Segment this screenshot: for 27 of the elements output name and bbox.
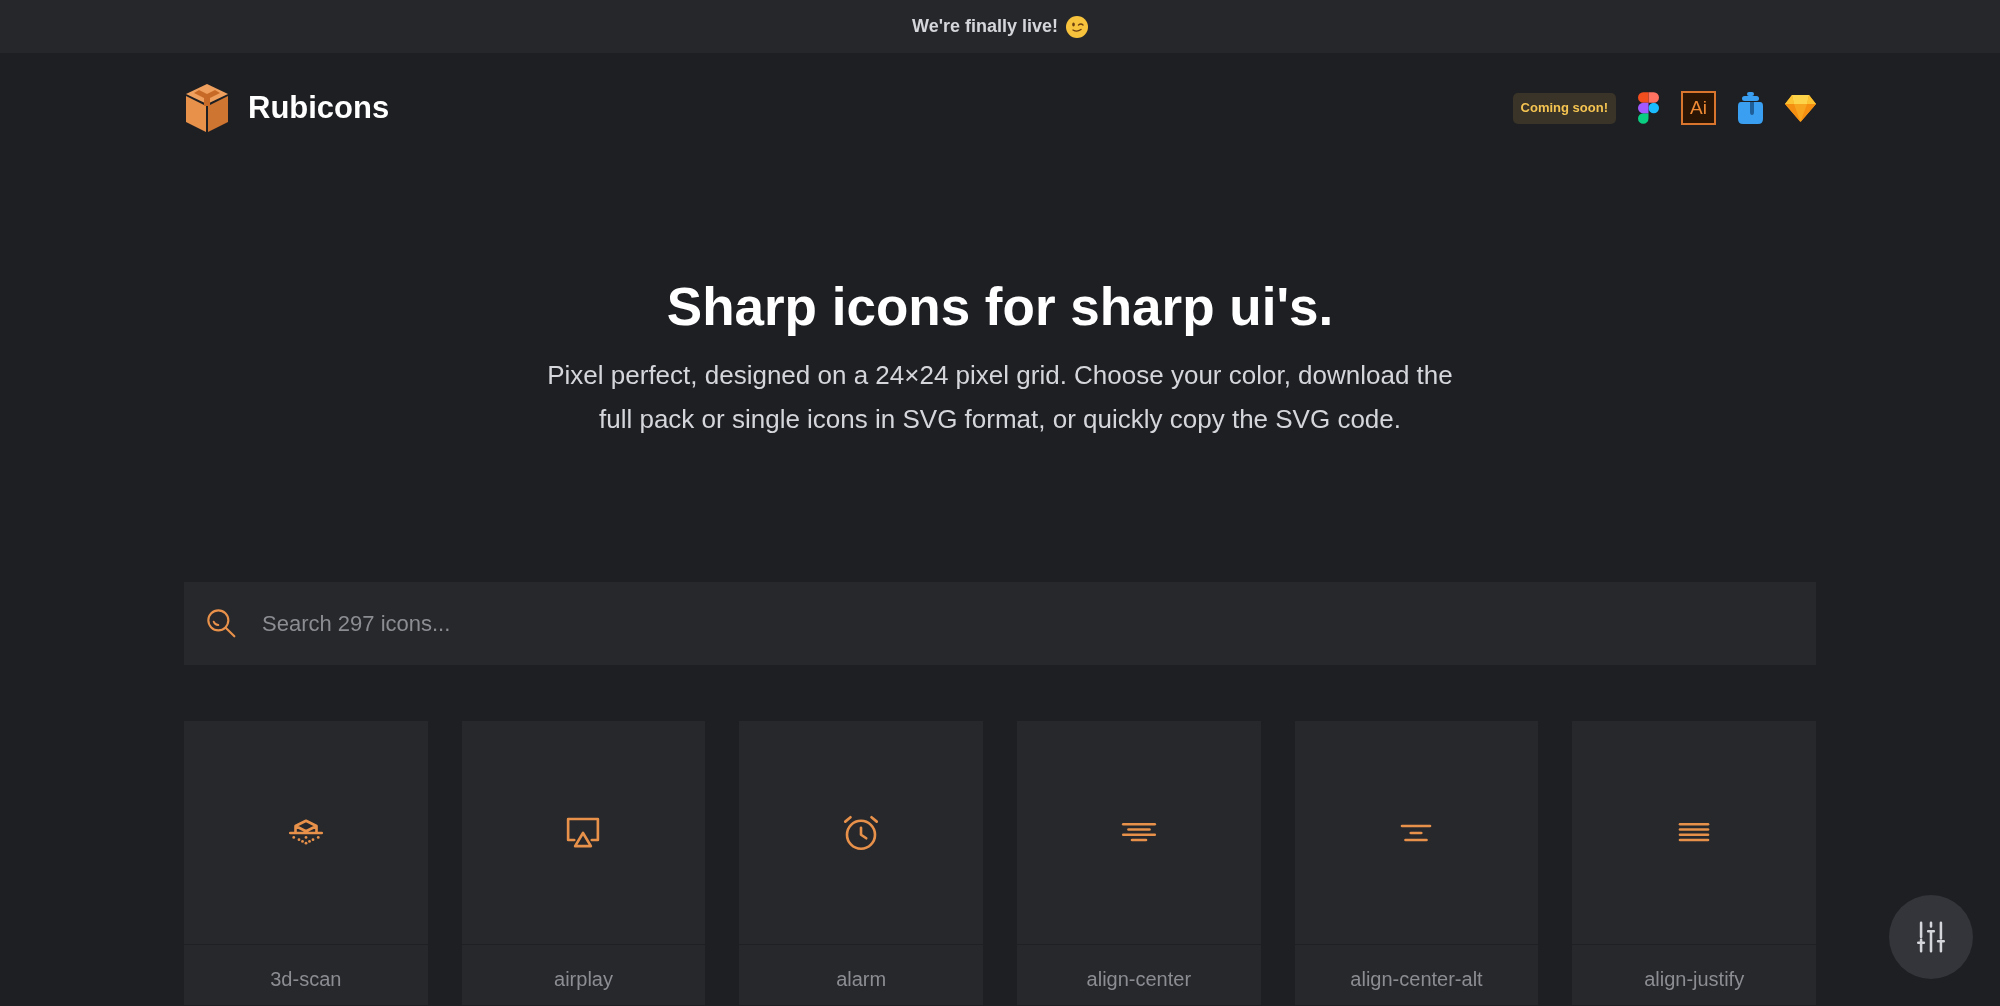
icon-name: alarm bbox=[836, 967, 887, 992]
figma-icon[interactable] bbox=[1638, 92, 1659, 124]
icon-name: align-center bbox=[1086, 967, 1192, 992]
gem-icon[interactable] bbox=[1785, 94, 1816, 122]
icon-name: align-center-alt bbox=[1350, 967, 1483, 992]
sliders-icon bbox=[1914, 920, 1948, 954]
icon-card[interactable]: alarm bbox=[739, 721, 983, 1005]
icon-name: align-justify bbox=[1644, 967, 1745, 992]
icon-card[interactable]: 3d-scan bbox=[184, 721, 428, 1005]
brand-name: Rubicons bbox=[248, 88, 390, 127]
ai-logo-link[interactable]: Ai bbox=[1681, 91, 1716, 125]
hero-subtitle: Pixel perfect, designed on a 24×24 pixel grid. Choose your color, download the full pack or single icons in SVG format, or quickly copy the SVG code. bbox=[546, 359, 1454, 436]
icon-name: 3d-scan bbox=[270, 967, 342, 992]
jar-icon[interactable] bbox=[1738, 92, 1763, 124]
brand-link[interactable]: Rubicons bbox=[184, 84, 390, 132]
icon-card[interactable]: align-justify bbox=[1572, 721, 1816, 1005]
search-field[interactable]: Search 297 icons... bbox=[184, 582, 1816, 665]
icon-name: airplay bbox=[554, 967, 613, 992]
coming-soon-badge: Coming soon! bbox=[1512, 92, 1616, 124]
hero-title: Sharp icons for sharp ui's. bbox=[666, 277, 1334, 337]
cube-logo-icon bbox=[184, 84, 230, 132]
icon-card[interactable]: align-center-alt bbox=[1294, 721, 1539, 1005]
announcement-text: We're finally live! bbox=[912, 15, 1058, 38]
winking-face-icon bbox=[1066, 15, 1088, 38]
icon-card[interactable]: align-center bbox=[1017, 721, 1261, 1005]
icon-card[interactable]: airplay bbox=[461, 721, 706, 1005]
search-icon bbox=[205, 607, 237, 639]
